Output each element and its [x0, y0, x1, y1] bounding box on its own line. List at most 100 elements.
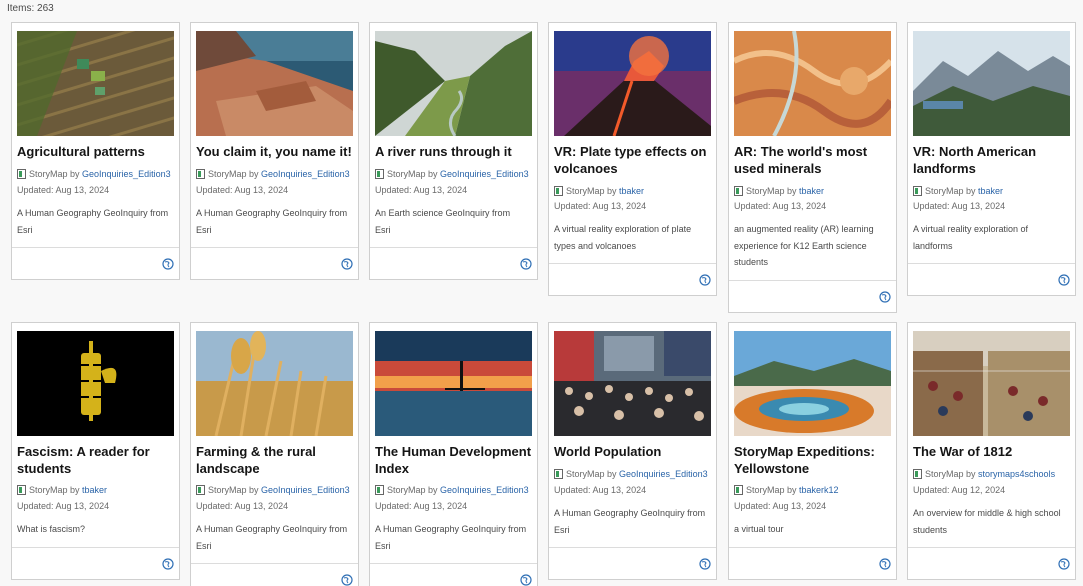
- owner-link[interactable]: tbakerk12: [799, 485, 839, 495]
- card-footer: [12, 247, 179, 279]
- owner-link[interactable]: storymaps4schools: [978, 469, 1055, 479]
- globe-share-icon[interactable]: [1058, 557, 1070, 570]
- owner-link[interactable]: GeoInquiries_Edition3: [82, 169, 171, 179]
- globe-share-icon[interactable]: [341, 257, 353, 270]
- globe-share-icon[interactable]: [162, 557, 174, 570]
- owner-link[interactable]: tbaker: [82, 485, 107, 495]
- type-label: StoryMap by: [925, 469, 979, 479]
- card-thumbnail[interactable]: [196, 331, 353, 436]
- updated-date: Updated: Aug 12, 2024: [913, 485, 1006, 495]
- card-footer: [908, 547, 1075, 579]
- storymap-icon: [554, 186, 563, 196]
- card-thumbnail[interactable]: [375, 331, 532, 436]
- storymap-icon: [196, 169, 205, 179]
- card-title[interactable]: Fascism: A reader for students: [17, 444, 177, 477]
- globe-share-icon[interactable]: [699, 557, 711, 570]
- card-type-owner: StoryMap by tbaker: [734, 185, 896, 197]
- owner-link[interactable]: GeoInquiries_Edition3: [261, 485, 350, 495]
- card-title[interactable]: Agricultural patterns: [17, 144, 177, 161]
- storymap-icon: [375, 485, 384, 495]
- updated-date: Updated: Aug 13, 2024: [554, 485, 647, 495]
- card-description: a virtual tour: [734, 524, 784, 534]
- updated-date: Updated: Aug 13, 2024: [196, 501, 289, 511]
- card-footer: [729, 280, 896, 312]
- storymap-card[interactable]: The Human Development Index StoryMap by …: [369, 322, 538, 586]
- card-thumbnail[interactable]: [734, 331, 891, 436]
- card-title[interactable]: A river runs through it: [375, 144, 535, 161]
- globe-share-icon[interactable]: [1058, 273, 1070, 286]
- storymap-card[interactable]: You claim it, you name it! StoryMap by G…: [190, 22, 359, 280]
- storymap-card[interactable]: World Population StoryMap by GeoInquirie…: [548, 322, 717, 580]
- globe-share-icon[interactable]: [162, 257, 174, 270]
- storymap-card[interactable]: The War of 1812 StoryMap by storymaps4sc…: [907, 322, 1076, 580]
- storymap-card[interactable]: AR: The world's most used minerals Story…: [728, 22, 897, 313]
- card-title[interactable]: VR: Plate type effects on volcanoes: [554, 144, 714, 177]
- storymap-card[interactable]: VR: Plate type effects on volcanoes Stor…: [548, 22, 717, 296]
- type-label: StoryMap by: [29, 485, 83, 495]
- storymap-icon: [375, 169, 384, 179]
- card-description: A Human Geography GeoInquiry from Esri: [196, 208, 348, 235]
- updated-date: Updated: Aug 13, 2024: [17, 185, 110, 195]
- card-description: an augmented reality (AR) learning exper…: [734, 224, 874, 267]
- storymap-card[interactable]: Fascism: A reader for students StoryMap …: [11, 322, 180, 580]
- card-type-owner: StoryMap by tbakerk12: [734, 484, 896, 496]
- updated-date: Updated: Aug 13, 2024: [17, 501, 110, 511]
- card-thumbnail[interactable]: [913, 31, 1070, 136]
- globe-share-icon[interactable]: [699, 273, 711, 286]
- card-thumbnail[interactable]: [17, 331, 174, 436]
- storymap-card[interactable]: Agricultural patterns StoryMap by GeoInq…: [11, 22, 180, 280]
- card-thumbnail[interactable]: [17, 31, 174, 136]
- card-title[interactable]: StoryMap Expeditions: Yellowstone: [734, 444, 894, 477]
- globe-share-icon[interactable]: [879, 290, 891, 303]
- type-label: StoryMap by: [387, 169, 441, 179]
- storymap-icon: [913, 469, 922, 479]
- storymap-card[interactable]: StoryMap Expeditions: Yellowstone StoryM…: [728, 322, 897, 580]
- storymap-icon: [734, 186, 743, 196]
- card-thumbnail[interactable]: [375, 31, 532, 136]
- card-thumbnail[interactable]: [554, 31, 711, 136]
- card-title[interactable]: The War of 1812: [913, 444, 1073, 461]
- owner-link[interactable]: tbaker: [978, 186, 1003, 196]
- owner-link[interactable]: tbaker: [799, 186, 824, 196]
- card-title[interactable]: World Population: [554, 444, 714, 461]
- storymap-card[interactable]: Farming & the rural landscape StoryMap b…: [190, 322, 359, 586]
- card-title[interactable]: VR: North American landforms: [913, 144, 1073, 177]
- card-description: A virtual reality exploration of landfor…: [913, 224, 1029, 251]
- card-title[interactable]: Farming & the rural landscape: [196, 444, 356, 477]
- owner-link[interactable]: tbaker: [619, 186, 644, 196]
- card-footer: [370, 563, 537, 586]
- card-type-owner: StoryMap by tbaker: [554, 185, 716, 197]
- storymap-icon: [17, 169, 26, 179]
- card-description: What is fascism?: [17, 524, 86, 534]
- updated-date: Updated: Aug 13, 2024: [554, 201, 647, 211]
- card-title[interactable]: AR: The world's most used minerals: [734, 144, 894, 177]
- card-thumbnail[interactable]: [196, 31, 353, 136]
- card-footer: [191, 563, 358, 586]
- storymap-card[interactable]: A river runs through it StoryMap by GeoI…: [369, 22, 538, 280]
- type-label: StoryMap by: [208, 485, 262, 495]
- card-grid: Agricultural patterns StoryMap by GeoInq…: [0, 0, 1083, 586]
- card-type-owner: StoryMap by GeoInquiries_Edition3: [375, 168, 537, 180]
- card-description: A virtual reality exploration of plate t…: [554, 224, 692, 251]
- card-type-owner: StoryMap by GeoInquiries_Edition3: [196, 484, 358, 496]
- globe-share-icon[interactable]: [520, 257, 532, 270]
- storymap-icon: [196, 485, 205, 495]
- card-footer: [370, 247, 537, 279]
- card-description: An overview for middle & high school stu…: [913, 508, 1061, 535]
- card-title[interactable]: The Human Development Index: [375, 444, 535, 477]
- card-title[interactable]: You claim it, you name it!: [196, 144, 356, 161]
- updated-date: Updated: Aug 13, 2024: [913, 201, 1006, 211]
- card-type-owner: StoryMap by GeoInquiries_Edition3: [554, 468, 716, 480]
- card-thumbnail[interactable]: [734, 31, 891, 136]
- owner-link[interactable]: GeoInquiries_Edition3: [261, 169, 350, 179]
- card-thumbnail[interactable]: [554, 331, 711, 436]
- owner-link[interactable]: GeoInquiries_Edition3: [440, 169, 529, 179]
- globe-share-icon[interactable]: [520, 573, 532, 586]
- card-footer: [549, 263, 716, 295]
- owner-link[interactable]: GeoInquiries_Edition3: [619, 469, 708, 479]
- card-thumbnail[interactable]: [913, 331, 1070, 436]
- globe-share-icon[interactable]: [341, 573, 353, 586]
- globe-share-icon[interactable]: [879, 557, 891, 570]
- storymap-card[interactable]: VR: North American landforms StoryMap by…: [907, 22, 1076, 296]
- owner-link[interactable]: GeoInquiries_Edition3: [440, 485, 529, 495]
